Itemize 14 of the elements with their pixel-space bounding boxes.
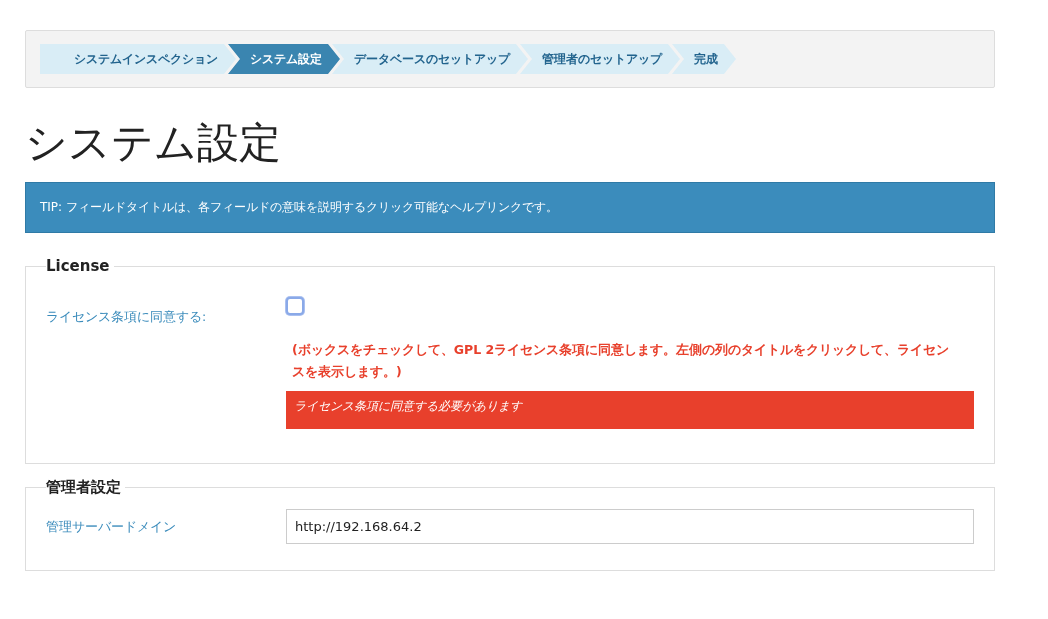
agree-checkbox[interactable]: [286, 297, 304, 316]
wizard-step[interactable]: 管理者のセットアップ: [520, 44, 680, 74]
domain-input[interactable]: http://192.168.64.2: [286, 508, 974, 544]
wizard-step[interactable]: 完成: [672, 44, 736, 74]
field-label-link[interactable]: ライセンス条項に同意する:: [46, 287, 286, 429]
tip-banner: TIP: フィールドタイトルは、各フィールドの意味を説明するクリック可能なヘルプリンクです。: [25, 182, 995, 234]
section-legend: 管理者設定: [46, 477, 125, 497]
error-message: ライセンス条項に同意する必要があります: [286, 390, 974, 429]
license-hint: (ボックスをチェックして、GPL 2ライセンス条項に同意します。左側の列のタイトルをクリックして、ライセンスを表示します。): [292, 341, 951, 382]
wizard-step[interactable]: システムインスペクション: [40, 44, 236, 74]
page-title: システム設定: [25, 120, 282, 167]
section-legend: License: [46, 257, 114, 276]
wizard-step[interactable]: データベースのセットアップ: [332, 44, 528, 74]
wizard-step[interactable]: システム設定: [228, 44, 340, 74]
